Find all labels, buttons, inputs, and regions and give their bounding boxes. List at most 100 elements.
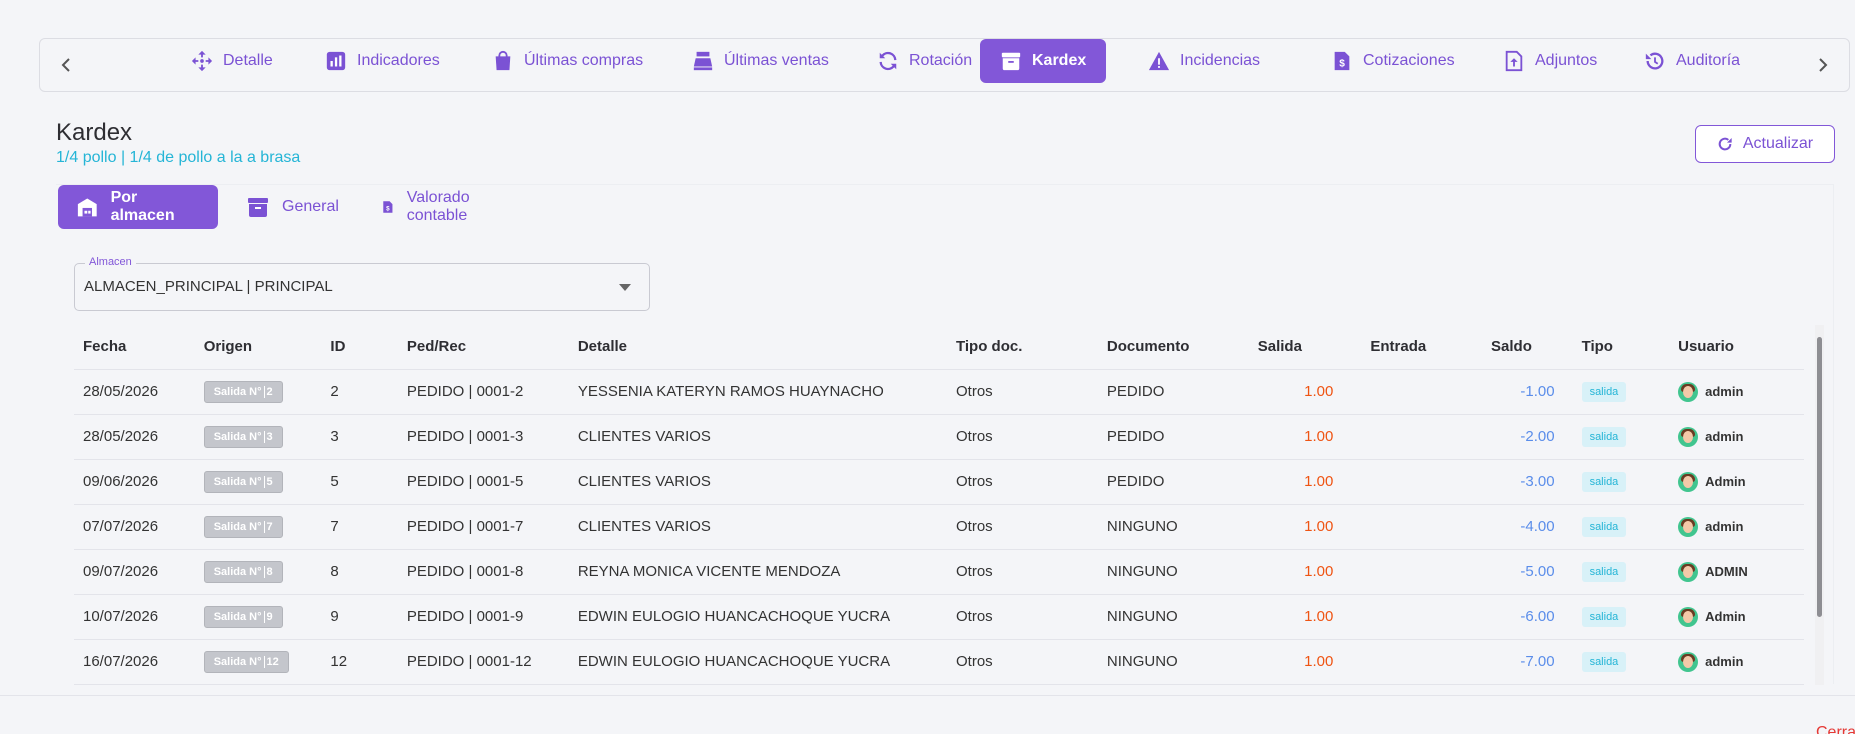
tab-indicadores[interactable]: Indicadores <box>305 39 460 83</box>
origin-badge-number: 5 <box>263 475 273 488</box>
caret-down-icon <box>619 284 631 291</box>
col-entrada-header[interactable]: Entrada <box>1361 325 1483 370</box>
subtab-valorado-contable[interactable]: $ Valorado contable <box>363 185 498 229</box>
page-title: Kardex <box>56 119 133 146</box>
col-ped-rec-cell: PEDIDO | 0001-7 <box>397 504 569 550</box>
tab-ultimas-compras[interactable]: Últimas compras <box>472 39 663 83</box>
col-tipo-doc-cell: Otros <box>947 549 1098 595</box>
col-usuario-cell: Admin <box>1669 594 1804 640</box>
col-fecha-header[interactable]: Fecha <box>74 325 195 370</box>
tab-label: Rotación <box>909 52 973 69</box>
tab-ultimas-ventas[interactable]: Últimas ventas <box>672 39 849 83</box>
tab-rotacion[interactable]: Rotación <box>857 39 992 83</box>
col-fecha-cell: 07/07/2026 <box>74 504 195 550</box>
user-cell: Admin <box>1678 471 1795 492</box>
col-tipo-doc-header[interactable]: Tipo doc. <box>947 325 1098 370</box>
table-row[interactable]: 09/07/2026 Salida N° 8 8 PEDIDO | 0001-8 REYN… <box>74 549 1804 595</box>
col-id-cell: 8 <box>321 549 398 595</box>
user-name: admin <box>1705 384 1744 399</box>
tab-detalle[interactable]: Detalle <box>171 39 293 83</box>
col-detalle-cell: YESSENIA KATERYN RAMOS HUAYNACHO <box>568 369 947 415</box>
warehouse-select-value: ALMACEN_PRINCIPAL | PRINCIPAL <box>84 278 333 295</box>
sync-icon <box>879 51 897 71</box>
col-saldo-cell: -5.00 <box>1482 549 1573 595</box>
tabs: Detalle Indicadores Últimas compras Últi… <box>40 39 1849 93</box>
origin-badge[interactable]: Salida N° 9 <box>203 605 283 628</box>
table-row[interactable]: 07/07/2026 Salida N° 7 7 PEDIDO | 0001-7 CLIE… <box>74 504 1804 550</box>
table-row[interactable]: 16/07/2026 Salida N° 12 12 PEDIDO | 0001-12 E… <box>74 639 1804 685</box>
refresh-button[interactable]: Actualizar <box>1695 125 1835 163</box>
cash-register-icon <box>693 51 713 71</box>
col-documento-cell: NINGUNO <box>1097 549 1249 595</box>
col-documento-header[interactable]: Documento <box>1097 325 1249 370</box>
col-origen-cell: Salida N° 9 <box>194 594 322 640</box>
subtab-general[interactable]: General <box>228 185 357 229</box>
col-id-cell: 9 <box>321 594 398 640</box>
col-entrada-cell <box>1361 549 1483 595</box>
close-button[interactable]: Cerrar <box>1816 724 1855 734</box>
col-tipo-header[interactable]: Tipo <box>1572 325 1670 370</box>
avatar <box>1678 606 1699 627</box>
tab-label: Indicadores <box>357 52 440 69</box>
origin-badge[interactable]: Salida N° 2 <box>203 380 283 403</box>
origin-badge[interactable]: Salida N° 7 <box>203 515 283 538</box>
origin-badge-label: Salida N° <box>213 655 262 668</box>
scrollbar-thumb[interactable] <box>1817 337 1822 617</box>
user-name: admin <box>1705 519 1744 534</box>
col-tipo-doc-cell: Otros <box>947 369 1098 415</box>
subtab-label: Valorado contable <box>406 189 470 224</box>
col-id-cell: 3 <box>321 414 398 460</box>
col-detalle-header[interactable]: Detalle <box>568 325 947 370</box>
svg-text:$: $ <box>1339 59 1345 70</box>
col-origen-header[interactable]: Origen <box>194 325 322 370</box>
col-ped-rec-cell: PEDIDO | 0001-8 <box>397 549 569 595</box>
col-tipo-cell: salida <box>1572 504 1670 550</box>
tab-auditoria[interactable]: Auditoría <box>1624 39 1760 83</box>
col-usuario-cell: Admin <box>1669 459 1804 505</box>
history-icon <box>1645 52 1664 70</box>
table-row[interactable]: 28/05/2026 Salida N° 2 2 PEDIDO | 0001-2 YESS… <box>74 369 1804 415</box>
tab-kardex[interactable]: Kardex <box>980 39 1107 83</box>
tab-label: Últimas compras <box>524 52 644 69</box>
user-name: admin <box>1705 654 1744 669</box>
col-saldo-cell: -6.00 <box>1482 594 1573 640</box>
col-salida-cell: 1.00 <box>1248 504 1362 550</box>
col-ped-rec-header[interactable]: Ped/Rec <box>397 325 569 370</box>
origin-badge[interactable]: Salida N° 12 <box>203 650 289 673</box>
subtab-por-almacen[interactable]: Por almacen <box>58 185 218 229</box>
avatar <box>1678 516 1699 537</box>
table-row[interactable]: 28/05/2026 Salida N° 3 3 PEDIDO | 0001-3 CLIE… <box>74 414 1804 460</box>
col-id-header[interactable]: ID <box>321 325 398 370</box>
col-saldo-cell: -3.00 <box>1482 459 1573 505</box>
col-saldo-cell: -1.00 <box>1482 369 1573 415</box>
col-detalle-cell: REYNA MONICA VICENTE MENDOZA <box>568 549 947 595</box>
tab-cotizaciones[interactable]: $ Cotizaciones <box>1311 39 1475 83</box>
col-usuario-cell: admin <box>1669 504 1804 550</box>
col-ped-rec-cell: PEDIDO | 0001-5 <box>397 459 569 505</box>
footer-divider <box>0 695 1855 696</box>
col-usuario-header[interactable]: Usuario <box>1669 325 1804 370</box>
table-row[interactable]: 10/07/2026 Salida N° 9 9 PEDIDO | 0001-9 EDWI… <box>74 594 1804 640</box>
tab-incidencias[interactable]: Incidencias <box>1128 39 1280 83</box>
user-name: admin <box>1705 429 1744 444</box>
col-id-cell: 7 <box>321 504 398 550</box>
origin-badge-label: Salida N° <box>213 475 262 488</box>
table-scrollbar[interactable] <box>1815 325 1824 685</box>
col-ped-rec-cell: PEDIDO | 0001-3 <box>397 414 569 460</box>
table-row[interactable]: 09/06/2026 Salida N° 5 5 PEDIDO | 0001-5 CLIE… <box>74 459 1804 505</box>
col-entrada-cell <box>1361 504 1483 550</box>
tab-adjuntos[interactable]: Adjuntos <box>1483 39 1617 83</box>
shopping-bag-icon <box>495 50 511 71</box>
origin-badge-number: 12 <box>263 655 279 668</box>
col-salida-header[interactable]: Salida <box>1248 325 1362 370</box>
col-fecha-cell: 09/06/2026 <box>74 459 195 505</box>
origin-badge[interactable]: Salida N° 5 <box>203 470 283 493</box>
tab-label: Incidencias <box>1180 52 1261 69</box>
origin-badge[interactable]: Salida N° 8 <box>203 560 283 583</box>
warehouse-select[interactable]: Almacen ALMACEN_PRINCIPAL | PRINCIPAL <box>74 256 650 311</box>
chevron-right-icon[interactable] <box>1811 53 1835 77</box>
origin-badge[interactable]: Salida N° 3 <box>203 425 283 448</box>
col-origen-cell: Salida N° 8 <box>194 549 322 595</box>
col-tipo-cell: salida <box>1572 549 1670 595</box>
col-saldo-header[interactable]: Saldo <box>1482 325 1573 370</box>
